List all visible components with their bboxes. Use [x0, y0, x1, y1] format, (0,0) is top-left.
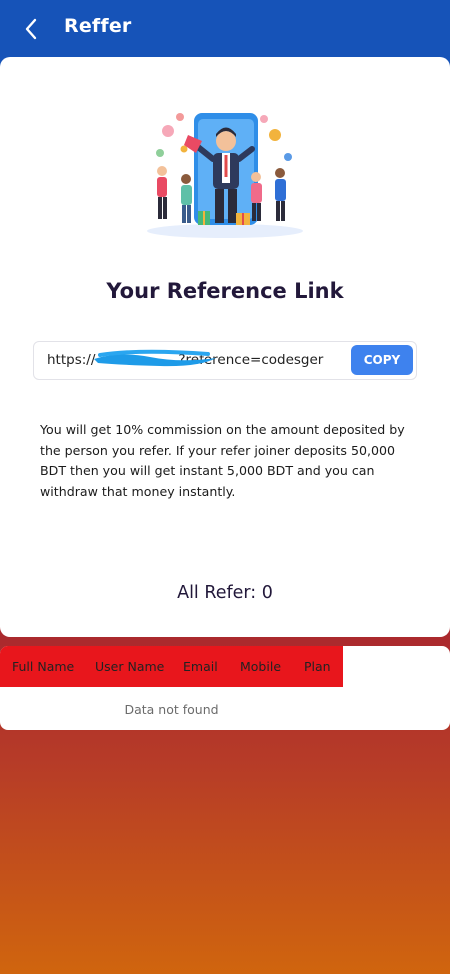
back-button[interactable]: [14, 12, 48, 46]
table-header-row: Full Name User Name Email Mobile Plan: [0, 646, 343, 687]
reference-card: Your Reference Link https://?reference=c…: [0, 57, 450, 637]
reference-link-field[interactable]: https://?reference=codesger COPY: [33, 341, 417, 380]
column-header-mobile: Mobile: [240, 659, 282, 674]
column-header-full-name: Full Name: [12, 659, 75, 674]
column-header-user-name: User Name: [95, 659, 165, 674]
chevron-left-icon: [25, 18, 37, 40]
all-refer-count: All Refer: 0: [177, 583, 273, 603]
empty-state-message: Data not found: [124, 702, 219, 717]
page-title: Reffer: [64, 15, 132, 37]
top-bar: Reffer: [0, 0, 450, 56]
column-header-plan: Plan: [304, 659, 331, 674]
commission-description: You will get 10% commission on the amoun…: [40, 422, 405, 499]
link-prefix: https://: [47, 352, 96, 368]
redaction-scribble: [94, 349, 216, 367]
column-header-email: Email: [183, 659, 218, 674]
reference-link-heading: Your Reference Link: [106, 279, 344, 303]
copy-button[interactable]: COPY: [351, 345, 413, 375]
referral-illustration: [147, 113, 303, 238]
referrals-table: Full Name User Name Email Mobile Plan Da…: [0, 646, 450, 730]
